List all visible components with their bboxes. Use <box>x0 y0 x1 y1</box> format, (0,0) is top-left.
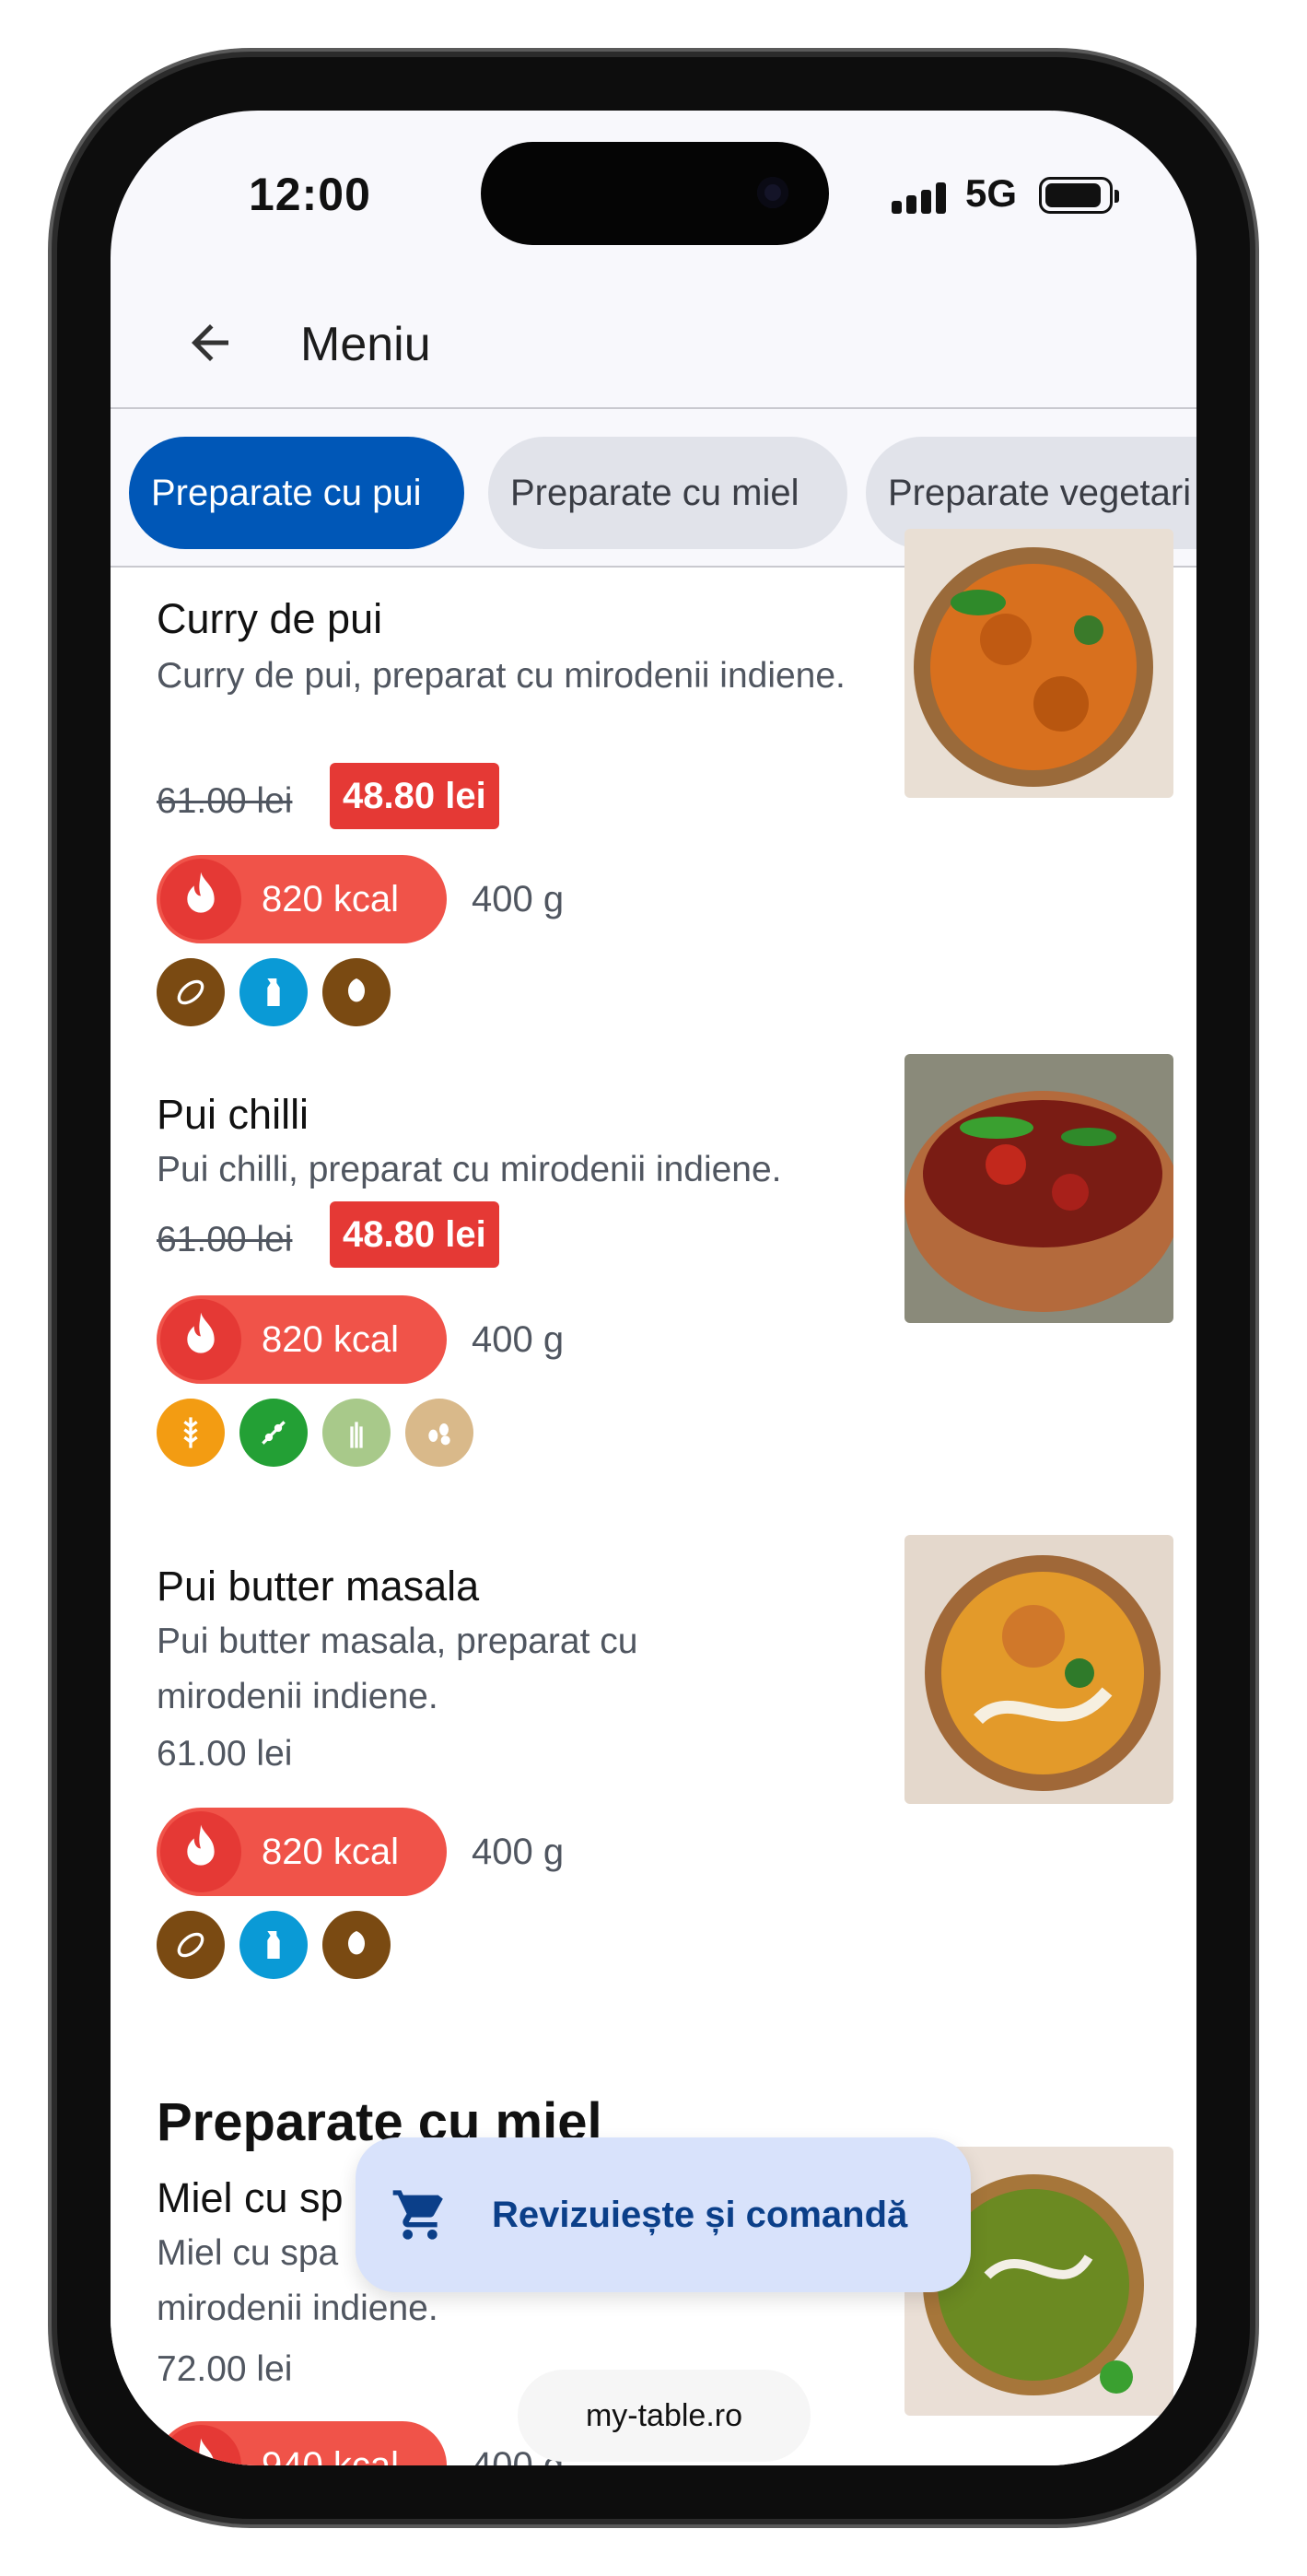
item-description: Curry de pui, preparat cu mirodenii indi… <box>157 656 846 696</box>
peanut-icon <box>157 958 225 1026</box>
status-time: 12:00 <box>249 169 371 220</box>
item-image[interactable] <box>904 529 1173 798</box>
cart-icon <box>391 2185 449 2249</box>
milk-icon <box>239 958 308 1026</box>
item-discount-price: 48.80 lei <box>330 763 499 829</box>
status-bar: 12:00 5G <box>111 111 1196 276</box>
kcal-badge: 940 kcal <box>157 2421 447 2465</box>
flame-icon <box>160 859 241 940</box>
item-old-price: 61.00 lei <box>157 1220 293 1259</box>
sesame-icon <box>405 1399 473 1467</box>
peanut-icon <box>157 1911 225 1979</box>
celery-icon <box>322 1399 391 1467</box>
item-description: Pui chilli, preparat cu mirodenii indien… <box>157 1150 782 1189</box>
battery-icon <box>1039 177 1119 214</box>
screen: 12:00 5G Meniu Preparate cu pui Preparat… <box>111 111 1196 2465</box>
item-weight: 400 g <box>472 1319 565 1360</box>
review-and-order-button[interactable]: Revizuiește și comandă <box>356 2137 971 2292</box>
item-discount-price: 48.80 lei <box>330 1201 499 1268</box>
tab-preparate-cu-pui[interactable]: Preparate cu pui <box>129 437 464 549</box>
item-name: Pui butter masala <box>157 1563 480 1610</box>
network-type: 5G <box>965 171 1018 215</box>
item-weight: 400 g <box>472 879 565 919</box>
camera-icon <box>757 177 788 208</box>
back-arrow-icon[interactable] <box>182 315 238 370</box>
item-image[interactable] <box>904 1535 1173 1804</box>
flame-icon <box>160 2425 241 2465</box>
item-name: Miel cu sp <box>157 2174 344 2221</box>
kcal-value: 820 kcal <box>262 879 399 919</box>
item-price: 61.00 lei <box>157 1734 293 1774</box>
item-old-price: 61.00 lei <box>157 781 293 821</box>
item-weight: 400 g <box>472 1832 565 1872</box>
flame-icon <box>160 1811 241 1892</box>
kcal-value: 940 kcal <box>262 2445 399 2465</box>
kcal-badge: 820 kcal <box>157 1295 447 1384</box>
url-bar[interactable]: my-table.ro <box>518 2370 811 2462</box>
item-image[interactable] <box>904 1054 1173 1323</box>
kcal-badge: 820 kcal <box>157 855 447 943</box>
signal-icon <box>892 182 951 214</box>
item-name: Curry de pui <box>157 595 383 642</box>
nut-icon <box>322 1911 391 1979</box>
item-name: Pui chilli <box>157 1091 309 1138</box>
item-description: Pui butter masala, preparat cu mirodenii… <box>157 1622 638 1716</box>
kcal-value: 820 kcal <box>262 1319 399 1360</box>
gluten-icon <box>157 1399 225 1467</box>
app-bar: Meniu <box>111 276 1196 409</box>
dynamic-island <box>481 142 829 245</box>
item-price: 72.00 lei <box>157 2349 293 2389</box>
review-and-order-label: Revizuiește și comandă <box>492 2195 908 2235</box>
tab-preparate-cu-miel[interactable]: Preparate cu miel <box>488 437 847 549</box>
page-title: Meniu <box>300 318 431 371</box>
soy-icon <box>239 1399 308 1467</box>
nut-icon <box>322 958 391 1026</box>
kcal-badge: 820 kcal <box>157 1808 447 1896</box>
milk-icon <box>239 1911 308 1979</box>
flame-icon <box>160 1299 241 1380</box>
kcal-value: 820 kcal <box>262 1832 399 1872</box>
